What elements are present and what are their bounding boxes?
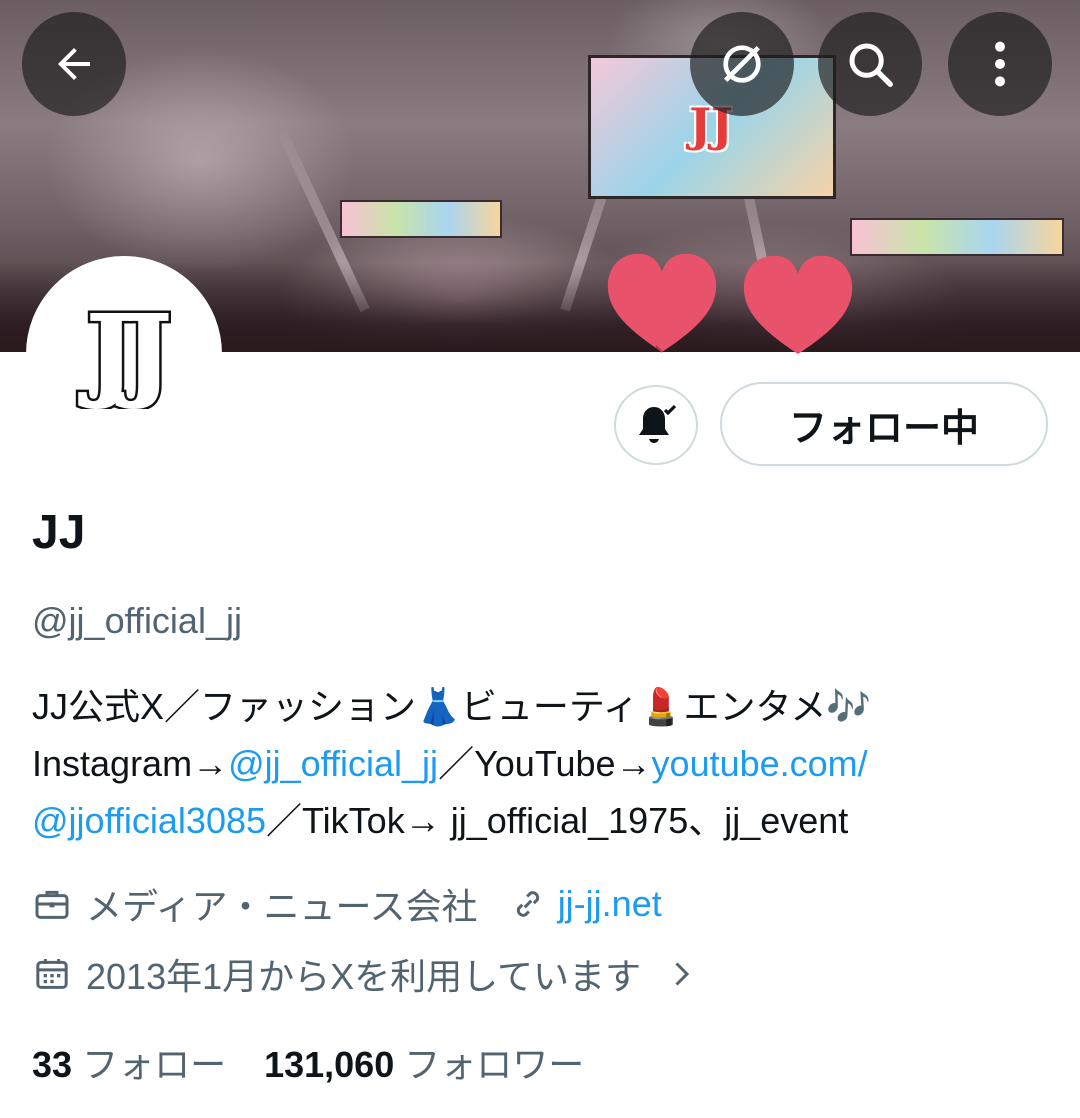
heart-icon [607,253,717,353]
followers-label: フォロワー [404,1044,585,1085]
profile-meta-category: メディア・ニュース会社 jj-jj.net [32,878,662,930]
followers-count: 131,060 [264,1044,395,1085]
bio-text: ／TikTok→ jj_official_1975、jj_event [266,800,849,841]
joined-date-label: 2013年1月からXを利用しています [86,956,642,997]
user-handle: @jj_official_jj [32,600,242,641]
bell-check-icon [639,404,677,443]
youtube-link-continued[interactable]: @jjofficial3085 [32,800,266,841]
arrow-left-icon [58,48,90,80]
slashed-circle-icon [723,45,761,83]
bio-line: @jjofficial3085／TikTok→ jj_official_1975… [32,792,1052,849]
grok-button[interactable] [690,12,794,116]
more-vertical-icon [995,41,1005,87]
search-icon [849,43,893,87]
profile-bio: JJ公式X／ファッション👗ビューティ💄エンタメ🎶 Instagram→@jj_o… [32,678,1052,849]
following-count: 33 [32,1044,73,1085]
chevron-right-icon [675,962,690,986]
search-button[interactable] [818,12,922,116]
bio-text: Instagram→ [32,743,229,784]
calendar-icon [36,959,68,989]
instagram-mention-link[interactable]: @jj_official_jj [228,743,438,784]
display-name: JJ [32,506,86,559]
bio-line: JJ公式X／ファッション👗ビューティ💄エンタメ🎶 [32,686,872,727]
follow-counts: 33 フォロー 131,060 フォロワー [32,1036,584,1088]
joined-date-row[interactable]: 2013年1月からXを利用しています [32,948,699,1000]
more-button[interactable] [948,12,1052,116]
avatar[interactable]: JJ JJ JJ [26,256,222,452]
youtube-link[interactable]: youtube.com/ [652,743,868,784]
link-icon [516,891,539,917]
bio-line: Instagram→@jj_official_jj／YouTube→youtub… [32,735,1052,792]
briefcase-icon [35,890,69,919]
following-count-link[interactable]: 33 フォロー [32,1036,226,1088]
category-label: メディア・ニュース会社 [86,886,478,927]
website-link[interactable]: jj-jj.net [558,883,662,925]
back-button[interactable] [22,12,126,116]
notification-bell-button[interactable] [614,385,698,465]
banner-side-screen [850,218,1064,256]
bio-text: ／YouTube→ [438,743,652,784]
following-label: フォロー [82,1044,227,1085]
banner-side-screen [340,200,502,238]
following-button[interactable]: フォロー中 [720,382,1048,466]
heart-icon [743,255,853,354]
avatar-logo: JJ JJ JJ [75,299,181,409]
followers-count-link[interactable]: 131,060 フォロワー [264,1036,584,1088]
